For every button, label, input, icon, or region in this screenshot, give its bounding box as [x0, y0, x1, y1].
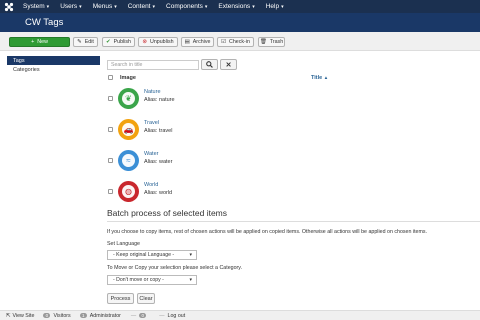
tag-link-water[interactable]: Water [144, 151, 158, 157]
language-select[interactable]: - Keep original Language - ▾ [107, 250, 197, 260]
messages-indicator[interactable]: —0 [127, 313, 149, 319]
column-header-image: Image [120, 75, 136, 81]
caret-down-icon: ▾ [252, 3, 255, 10]
batch-title: Batch process of selected items [107, 208, 228, 218]
tag-image-travel: 🚗 [118, 119, 139, 140]
clear-button[interactable]: Clear [137, 293, 155, 304]
process-button[interactable]: Process [107, 293, 134, 304]
leaf-icon: ❦ [122, 92, 135, 105]
caret-down-icon: ▾ [79, 3, 82, 10]
row-checkbox[interactable] [108, 189, 113, 194]
chevron-down-icon: ▾ [189, 252, 192, 258]
select-all-checkbox[interactable] [108, 75, 113, 80]
view-site-link[interactable]: ⇱ View Site [6, 313, 34, 319]
row-checkbox[interactable] [108, 158, 113, 163]
chevron-down-icon: ▾ [189, 277, 192, 283]
new-button[interactable]: + New [9, 37, 70, 47]
column-header-title[interactable]: Title ▲ [311, 75, 328, 81]
caret-down-icon: ▾ [114, 3, 117, 10]
row-checkbox[interactable] [108, 96, 113, 101]
top-navbar: System ▾ Users ▾ Menus ▾ Content ▾ Component… [0, 0, 480, 13]
messages-count-badge: 0 [139, 313, 147, 318]
sidebar-item-tags[interactable]: Tags [7, 56, 100, 65]
administrator-indicator: 1 Administrator [77, 313, 121, 319]
separator: — [159, 312, 165, 319]
caret-down-icon: ▾ [152, 3, 156, 10]
menu-extensions[interactable]: Extensions ▾ [213, 0, 260, 13]
tag-alias: Alias: water [144, 159, 173, 165]
edit-icon: ✎ [77, 39, 82, 45]
menu-menus[interactable]: Menus ▾ [88, 0, 123, 13]
archive-icon: ▤ [184, 39, 190, 45]
tag-image-world: ◍ [118, 181, 139, 202]
row-checkbox[interactable] [108, 127, 113, 132]
car-icon: 🚗 [122, 123, 135, 136]
trash-button[interactable]: 🗑 Trash [258, 37, 285, 47]
category-select[interactable]: - Don't move or copy - ▾ [107, 275, 197, 285]
checkin-button[interactable]: ☑ Check-in [217, 37, 254, 47]
menu-components[interactable]: Components ▾ [161, 0, 213, 13]
tag-link-world[interactable]: World [144, 182, 158, 188]
search-button[interactable] [201, 59, 218, 70]
caret-down-icon: ▾ [46, 3, 50, 10]
tag-image-nature: ❦ [118, 88, 139, 109]
search-input[interactable]: Search in title [107, 60, 199, 70]
separator: — [130, 312, 137, 319]
tag-link-nature[interactable]: Nature [144, 89, 161, 95]
search-icon [206, 61, 213, 68]
close-icon: ✕ [225, 61, 232, 69]
menu-system[interactable]: System ▾ [18, 0, 55, 13]
tag-image-water: ≈ [118, 150, 139, 171]
archive-button[interactable]: ▤ Archive [181, 37, 214, 47]
sidebar: Tags Categories [7, 56, 100, 74]
caret-down-icon: ▾ [204, 3, 208, 10]
unpublish-button[interactable]: ⊗ Unpublish [138, 37, 178, 47]
tag-alias: Alias: nature [144, 97, 175, 103]
category-label: To Move or Copy your selection please se… [107, 265, 243, 271]
menu-help[interactable]: Help ▾ [261, 0, 290, 13]
tag-alias: Alias: travel [144, 128, 173, 134]
menu-users[interactable]: Users ▾ [55, 0, 88, 13]
visitors-indicator: 0 Visitors [40, 313, 71, 319]
globe-icon: ◍ [122, 185, 135, 198]
unpublish-icon: ⊗ [142, 39, 148, 45]
divider [107, 221, 480, 222]
trash-icon: 🗑 [259, 39, 267, 45]
joomla-logo-icon[interactable] [0, 0, 18, 13]
caret-down-icon: ▾ [281, 3, 284, 10]
edit-button[interactable]: ✎ Edit [73, 37, 98, 47]
admin-count-badge: 1 [79, 313, 87, 318]
menu-content[interactable]: Content ▾ [123, 0, 161, 13]
clear-search-button[interactable]: ✕ [220, 59, 237, 70]
logout-link[interactable]: — Log out [155, 313, 185, 319]
status-bar: ⇱ View Site 0 Visitors 1 Administrator —0 —… [0, 310, 480, 320]
language-label: Set Language [107, 241, 140, 247]
batch-info-text: If you choose to copy items, rest of cho… [107, 229, 428, 235]
page-title: CW Tags [25, 17, 64, 28]
sort-ascending-icon: ▲ [323, 75, 329, 80]
check-icon: ✔ [106, 39, 111, 45]
publish-button[interactable]: ✔ Publish [102, 37, 135, 47]
sidebar-item-categories[interactable]: Categories [7, 65, 100, 74]
tag-link-travel[interactable]: Travel [144, 120, 159, 126]
external-link-icon: ⇱ [6, 312, 11, 319]
tag-alias: Alias: world [144, 190, 173, 196]
checkin-icon: ☑ [221, 39, 227, 45]
water-icon: ≈ [122, 154, 135, 167]
plus-icon: + [31, 39, 35, 45]
page-header: CW Tags [0, 13, 480, 32]
visitors-count-badge: 0 [43, 313, 51, 318]
